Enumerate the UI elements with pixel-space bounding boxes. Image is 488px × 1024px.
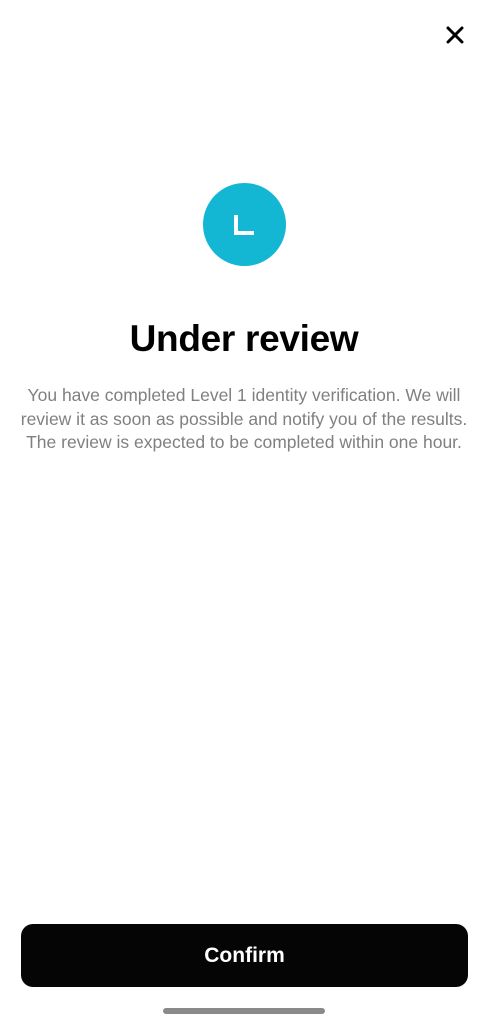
clock-icon [233,214,254,235]
close-icon [446,26,464,44]
home-indicator [163,1008,325,1014]
review-description: You have completed Level 1 identity veri… [20,385,468,452]
page-title: Under review [129,318,359,359]
verification-status-screen: Under review You have completed Level 1 … [0,0,488,1024]
confirm-button[interactable]: Confirm [21,924,468,987]
status-circle [203,183,286,266]
close-button[interactable] [436,20,474,50]
